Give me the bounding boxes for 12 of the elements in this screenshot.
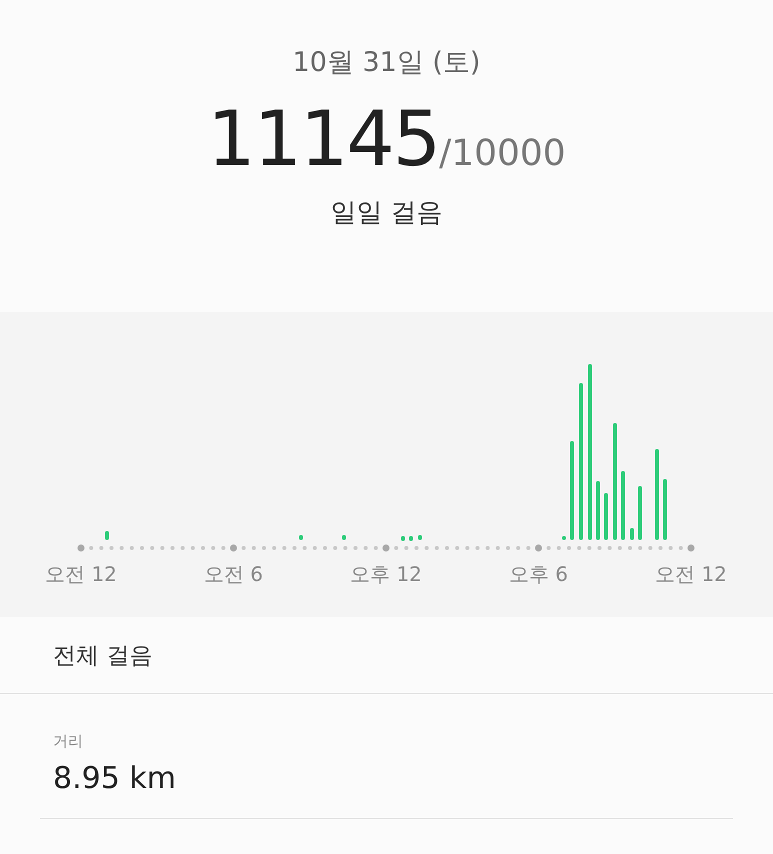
section-title: 전체 걸음 <box>0 617 773 694</box>
axis-label: 오후 6 <box>508 562 568 586</box>
date-label: 10월 31일 (토) <box>292 46 480 80</box>
stat-label: 거리 <box>53 732 84 751</box>
step-goal: /10000 <box>439 133 566 174</box>
daily-steps-label: 일일 걸음 <box>330 197 443 230</box>
axis-label: 오전 12 <box>655 562 727 586</box>
axis-label: 오전 6 <box>204 562 264 586</box>
axis-label: 오전 12 <box>45 562 117 586</box>
axis-label: 오후 12 <box>350 562 422 586</box>
step-count: 11145 <box>207 94 440 183</box>
stat-value: 8.95 km <box>53 761 177 796</box>
